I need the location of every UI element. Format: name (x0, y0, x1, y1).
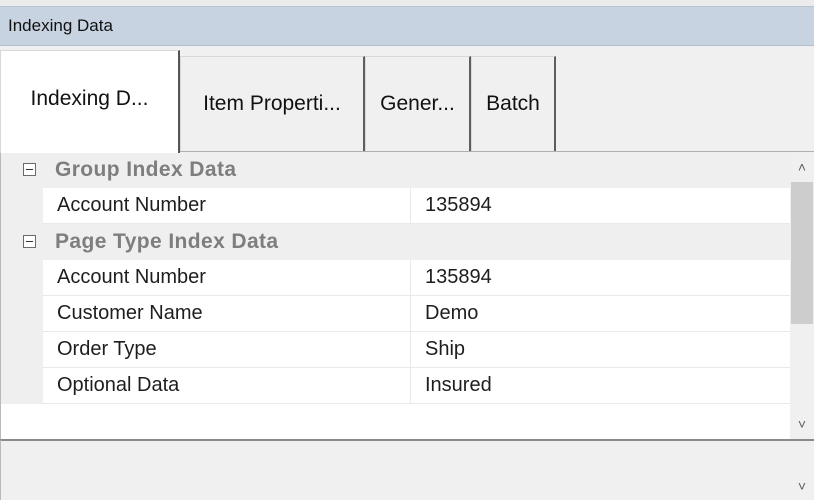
property-value[interactable]: Insured (411, 368, 790, 404)
collapse-icon[interactable] (23, 163, 36, 176)
property-row[interactable]: Order Type Ship (1, 332, 790, 368)
vertical-scrollbar[interactable]: ˄ ˅ (790, 152, 814, 439)
category-row-page-type-index-data[interactable]: Page Type Index Data (1, 224, 790, 260)
category-label: Page Type Index Data (55, 230, 279, 253)
property-row[interactable]: Account Number 135894 (1, 260, 790, 296)
description-pane: ˅ (0, 439, 814, 500)
chevron-down-icon[interactable]: ˅ (792, 476, 812, 496)
property-value[interactable]: Ship (411, 332, 790, 368)
property-name: Optional Data (43, 368, 411, 404)
scroll-thumb[interactable] (791, 182, 813, 324)
tab-label: Item Properti... (203, 92, 341, 115)
property-name: Order Type (43, 332, 411, 368)
collapse-icon[interactable] (23, 235, 36, 248)
row-gutter (1, 260, 43, 296)
property-value[interactable]: 135894 (411, 260, 790, 296)
tab-label: Batch (486, 92, 540, 115)
property-grid: Group Index Data Account Number 135894 P… (0, 152, 790, 439)
property-value[interactable]: 135894 (411, 188, 790, 224)
tab-strip: Indexing D... Item Properti... Gener... … (0, 46, 814, 153)
property-name: Account Number (43, 188, 411, 224)
row-gutter (1, 296, 43, 332)
tab-general[interactable]: Gener... (365, 56, 471, 152)
chevron-down-icon[interactable]: ˅ (790, 409, 814, 439)
property-row[interactable]: Optional Data Insured (1, 368, 790, 404)
tab-item-properties[interactable]: Item Properti... (180, 56, 365, 152)
row-gutter (1, 368, 43, 404)
tab-indexing-data[interactable]: Indexing D... (0, 50, 180, 153)
category-row-group-index-data[interactable]: Group Index Data (1, 152, 790, 188)
tab-label: Gener... (380, 92, 455, 115)
tab-label: Indexing D... (30, 87, 149, 110)
property-row[interactable]: Customer Name Demo (1, 296, 790, 332)
panel-title-bar: Indexing Data (0, 6, 814, 46)
property-row[interactable]: Account Number 135894 (1, 188, 790, 224)
property-name: Customer Name (43, 296, 411, 332)
row-gutter (1, 188, 43, 224)
category-label: Group Index Data (55, 158, 237, 181)
property-value[interactable]: Demo (411, 296, 790, 332)
panel-title: Indexing Data (8, 16, 113, 35)
property-name: Account Number (43, 260, 411, 296)
tab-batch[interactable]: Batch (471, 56, 556, 152)
row-gutter (1, 332, 43, 368)
chevron-up-icon[interactable]: ˄ (790, 152, 814, 182)
